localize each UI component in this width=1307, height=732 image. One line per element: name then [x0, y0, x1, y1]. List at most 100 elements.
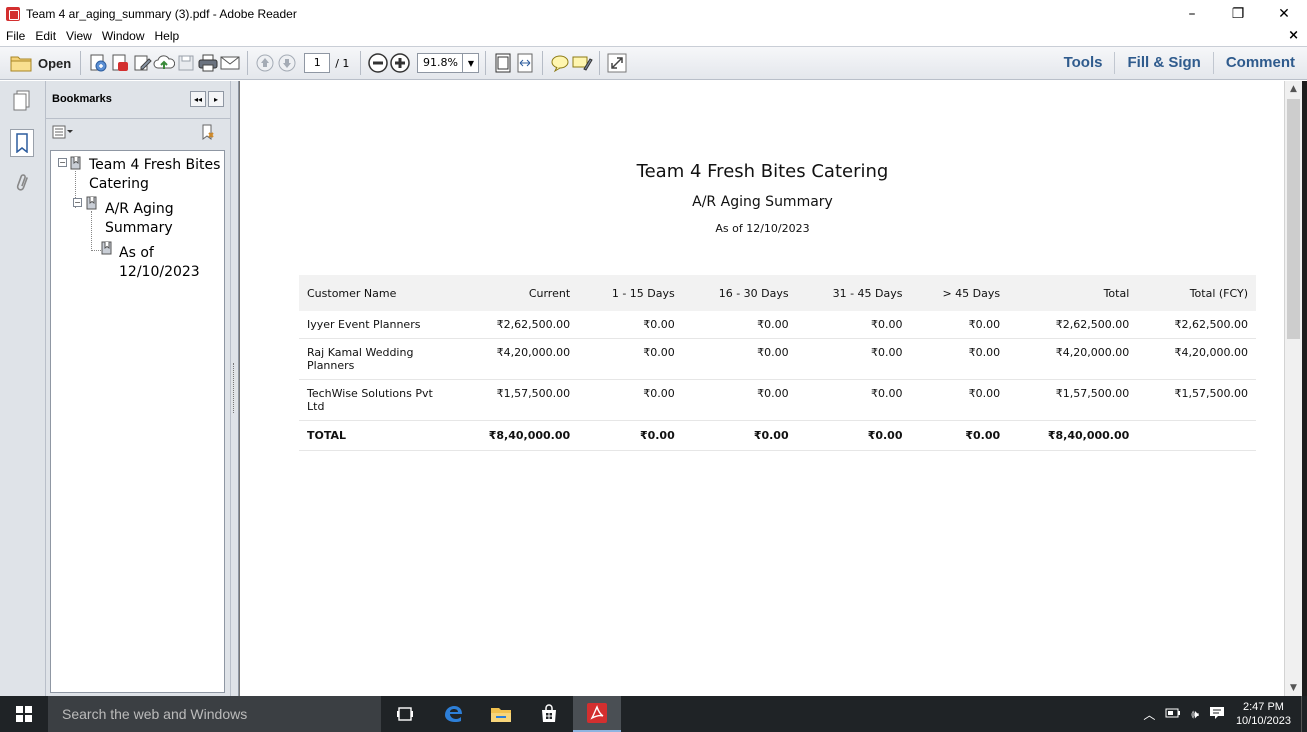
- previous-page-icon[interactable]: [254, 52, 276, 74]
- open-button[interactable]: Open: [10, 50, 71, 76]
- bookmark-options-icon[interactable]: [52, 125, 74, 142]
- close-button[interactable]: ✕: [1261, 0, 1307, 27]
- file-explorer-icon[interactable]: [477, 696, 525, 732]
- table-row: Raj Kamal Wedding Planners ₹4,20,000.00 …: [299, 338, 1256, 380]
- save-icon[interactable]: [175, 52, 197, 74]
- edge-browser-icon[interactable]: [429, 696, 477, 732]
- bookmark-icon: [101, 241, 113, 255]
- vertical-scrollbar[interactable]: ▲ ▼: [1284, 81, 1302, 696]
- table-row: TechWise Solutions Pvt Ltd ₹1,57,500.00 …: [299, 379, 1256, 421]
- menu-help[interactable]: Help: [150, 29, 185, 43]
- fill-sign-link[interactable]: Fill & Sign: [1114, 52, 1212, 74]
- title-bar: Team 4 ar_aging_summary (3).pdf - Adobe …: [0, 0, 1307, 27]
- expand-panel-button[interactable]: ▸: [208, 91, 224, 107]
- bookmarks-tree: − Team 4 Fresh Bites Catering − A/R Agin…: [50, 150, 225, 693]
- report-as-of-date: As of 12/10/2023: [715, 222, 810, 235]
- comment-link[interactable]: Comment: [1212, 52, 1307, 74]
- bookmarks-panel-icon[interactable]: [10, 129, 34, 157]
- print-icon[interactable]: [197, 52, 219, 74]
- page-total: / 1: [335, 56, 350, 70]
- col-over-45-days: > 45 Days: [910, 275, 1009, 311]
- store-icon[interactable]: [525, 696, 573, 732]
- bookmark-icon: [86, 196, 98, 210]
- aging-summary-table: Customer Name Current 1 - 15 Days 16 - 3…: [299, 275, 1256, 451]
- scroll-up-icon[interactable]: ▲: [1285, 81, 1302, 97]
- attachments-icon[interactable]: [11, 171, 33, 195]
- col-16-30-days: 16 - 30 Days: [682, 275, 797, 311]
- taskbar-search-input[interactable]: Search the web and Windows: [48, 696, 381, 732]
- col-total: Total: [1008, 275, 1138, 311]
- show-desktop-button[interactable]: [1301, 696, 1307, 732]
- adobe-reader-taskbar-icon[interactable]: [573, 696, 621, 732]
- navigation-rail: [0, 81, 46, 696]
- cloud-upload-icon[interactable]: [153, 52, 176, 74]
- menu-window[interactable]: Window: [97, 29, 150, 43]
- table-header-row: Customer Name Current 1 - 15 Days 16 - 3…: [299, 275, 1256, 311]
- edit-pdf-icon[interactable]: [131, 52, 153, 74]
- table-total-row: TOTAL ₹8,40,000.00 ₹0.00 ₹0.00 ₹0.00 ₹0.…: [299, 420, 1256, 451]
- taskbar-clock[interactable]: 2:47 PM 10/10/2023: [1236, 700, 1291, 728]
- email-icon[interactable]: [219, 52, 241, 74]
- menu-edit[interactable]: Edit: [30, 29, 61, 43]
- menu-file[interactable]: File: [0, 29, 30, 43]
- scroll-down-icon[interactable]: ▼: [1285, 680, 1302, 696]
- page-thumbnails-icon[interactable]: [11, 89, 33, 113]
- windows-taskbar: Search the web and Windows ︿ 🕪 2:47 PM 1…: [0, 696, 1307, 732]
- create-pdf-icon[interactable]: [87, 52, 109, 74]
- export-pdf-icon[interactable]: [109, 52, 131, 74]
- open-label: Open: [38, 55, 72, 71]
- customer-name-cell: TechWise Solutions Pvt Ltd: [299, 379, 449, 421]
- collapse-panel-button[interactable]: ◂◂: [190, 91, 206, 107]
- task-view-icon[interactable]: [381, 696, 429, 732]
- minimize-button[interactable]: –: [1169, 0, 1215, 27]
- zoom-in-icon[interactable]: [389, 52, 411, 74]
- customer-name-cell: Iyyer Event Planners: [299, 311, 449, 339]
- bookmark-item-report[interactable]: A/R Aging Summary: [105, 200, 174, 238]
- close-document-button[interactable]: ×: [1288, 28, 1299, 43]
- zoom-out-icon[interactable]: [367, 52, 389, 74]
- zoom-level-select[interactable]: 91.8% ▼: [417, 53, 480, 73]
- col-1-15-days: 1 - 15 Days: [578, 275, 683, 311]
- volume-icon[interactable]: 🕪: [1191, 707, 1199, 722]
- report-company-title: Team 4 Fresh Bites Catering: [636, 161, 889, 182]
- fit-width-icon[interactable]: [514, 52, 536, 74]
- chevron-up-icon[interactable]: ︿: [1143, 706, 1155, 723]
- table-row: Iyyer Event Planners ₹2,62,500.00 ₹0.00 …: [299, 311, 1256, 339]
- col-total-fcy: Total (FCY): [1137, 275, 1256, 311]
- menu-view[interactable]: View: [61, 29, 97, 43]
- zoom-value: 91.8%: [422, 56, 458, 69]
- sticky-note-icon[interactable]: [549, 52, 571, 74]
- adobe-reader-icon: [6, 6, 20, 21]
- highlight-icon[interactable]: [571, 52, 594, 74]
- page-number-input[interactable]: 1: [304, 53, 331, 73]
- battery-icon[interactable]: [1165, 707, 1181, 721]
- start-button[interactable]: [0, 696, 48, 732]
- delete-bookmark-icon[interactable]: [200, 124, 218, 145]
- tree-collapse-toggle[interactable]: −: [58, 158, 67, 167]
- clock-time: 2:47 PM: [1242, 701, 1284, 713]
- bookmarks-title: Bookmarks: [52, 93, 112, 105]
- folder-icon: [10, 56, 32, 72]
- chevron-down-icon[interactable]: ▼: [462, 54, 478, 72]
- menu-bar: File Edit View Window Help ×: [0, 27, 1307, 45]
- fit-page-icon[interactable]: [492, 52, 514, 74]
- adobe-reader-window: Team 4 ar_aging_summary (3).pdf - Adobe …: [0, 0, 1307, 696]
- notifications-icon[interactable]: [1209, 705, 1225, 724]
- system-tray: ︿ 🕪 2:47 PM 10/10/2023: [1138, 696, 1307, 732]
- tree-collapse-toggle[interactable]: −: [73, 198, 82, 207]
- clock-date: 10/10/2023: [1235, 715, 1291, 727]
- tools-link[interactable]: Tools: [1052, 52, 1115, 74]
- bookmark-item-company[interactable]: Team 4 Fresh Bites Catering: [89, 156, 220, 194]
- main-toolbar: Open 1 / 1 91.8% ▼ Tools Fill & Sign Com…: [0, 46, 1307, 80]
- bookmark-item-as-of[interactable]: As of 12/10/2023: [119, 244, 200, 282]
- next-page-icon[interactable]: [276, 52, 298, 74]
- scrollbar-thumb[interactable]: [1287, 99, 1300, 339]
- maximize-button[interactable]: ❐: [1215, 0, 1261, 27]
- col-current: Current: [449, 275, 579, 311]
- col-31-45-days: 31 - 45 Days: [796, 275, 911, 311]
- windows-logo-icon: [16, 706, 32, 722]
- report-subtitle: A/R Aging Summary: [692, 194, 833, 210]
- full-screen-icon[interactable]: [606, 52, 628, 74]
- panel-splitter[interactable]: [230, 81, 239, 696]
- bookmarks-panel: Bookmarks ◂◂ ▸ − Team 4 Fresh Bites Cate…: [46, 81, 230, 696]
